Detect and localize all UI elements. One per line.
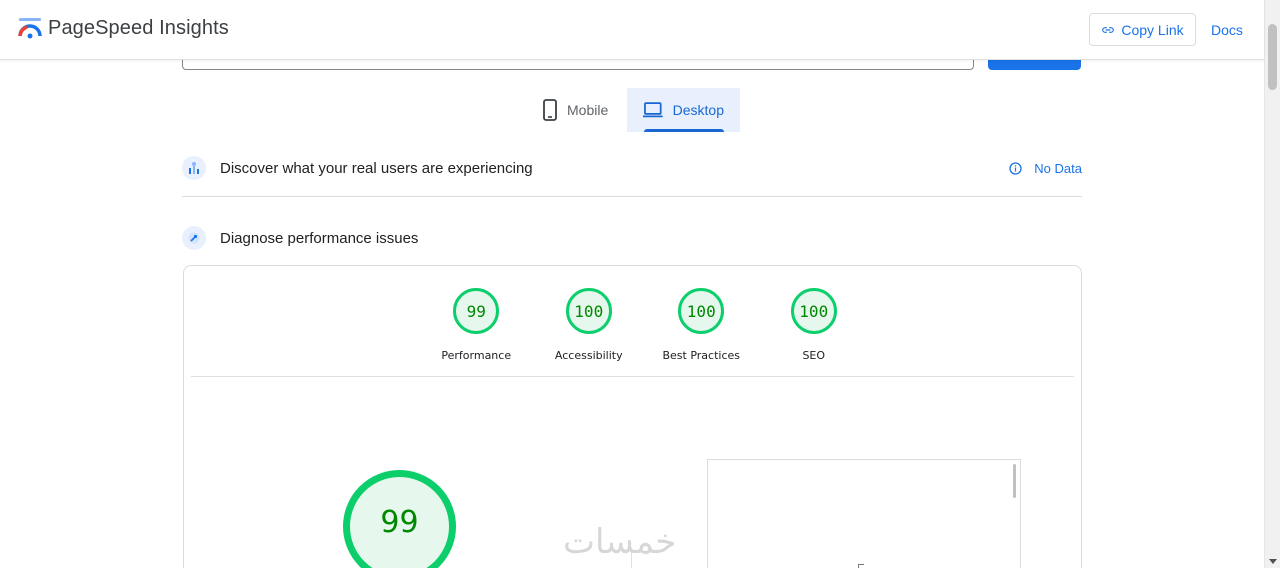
category-gauges: 99 Performance 100 Accessibility 100 Bes… xyxy=(420,288,870,362)
section-divider xyxy=(182,196,1082,197)
pagespeed-logo-icon[interactable] xyxy=(18,16,42,40)
phone-icon xyxy=(543,99,557,121)
link-icon xyxy=(1102,26,1115,33)
selected-tab-indicator xyxy=(644,129,724,132)
gauge-accessibility[interactable]: 100 Accessibility xyxy=(533,288,646,362)
seo-label: SEO xyxy=(802,349,826,362)
cursor-icon xyxy=(858,564,864,568)
no-data-link[interactable]: No Data xyxy=(1009,161,1082,176)
info-icon xyxy=(1009,161,1022,175)
watermark-logo: خمسات xyxy=(563,522,677,562)
no-data-label: No Data xyxy=(1034,160,1082,176)
copy-link-label: Copy Link xyxy=(1121,21,1184,38)
tab-desktop-label: Desktop xyxy=(672,102,724,118)
tab-mobile[interactable]: Mobile xyxy=(527,88,624,132)
lab-data-title: Diagnose performance issues xyxy=(220,229,419,247)
tab-desktop[interactable]: Desktop xyxy=(627,88,740,132)
top-bar: PageSpeed Insights Copy Link Docs xyxy=(0,0,1264,60)
accessibility-label: Accessibility xyxy=(554,349,623,362)
tab-mobile-label: Mobile xyxy=(567,102,609,118)
seo-score: 100 xyxy=(790,288,837,334)
gauge-seo[interactable]: 100 SEO xyxy=(758,288,871,362)
gauge-best-practices[interactable]: 100 Best Practices xyxy=(645,288,758,362)
lab-data-section: Diagnose performance issues xyxy=(182,218,1082,258)
scroll-down-arrow-icon[interactable] xyxy=(1269,559,1277,564)
performance-label: Performance xyxy=(441,349,512,362)
users-chart-icon xyxy=(182,156,206,180)
best-practices-label: Best Practices xyxy=(662,349,741,362)
page-scrollbar[interactable] xyxy=(1264,0,1280,568)
diagnose-icon xyxy=(182,226,206,250)
accessibility-score: 100 xyxy=(565,288,612,334)
gauge-performance[interactable]: 99 Performance xyxy=(420,288,533,362)
field-data-section: Discover what your real users are experi… xyxy=(182,148,1082,188)
page-screenshot-preview[interactable] xyxy=(707,459,1021,568)
scrollbar-thumb[interactable] xyxy=(1268,24,1277,90)
copy-link-button[interactable]: Copy Link xyxy=(1089,13,1196,46)
card-divider xyxy=(191,376,1074,377)
app-title[interactable]: PageSpeed Insights xyxy=(48,17,229,40)
field-data-title: Discover what your real users are experi… xyxy=(220,159,533,177)
performance-score: 99 xyxy=(453,288,500,334)
preview-scrollbar xyxy=(1013,464,1016,498)
docs-link[interactable]: Docs xyxy=(1211,22,1243,38)
laptop-icon xyxy=(643,102,663,118)
best-practices-score: 100 xyxy=(678,288,725,334)
